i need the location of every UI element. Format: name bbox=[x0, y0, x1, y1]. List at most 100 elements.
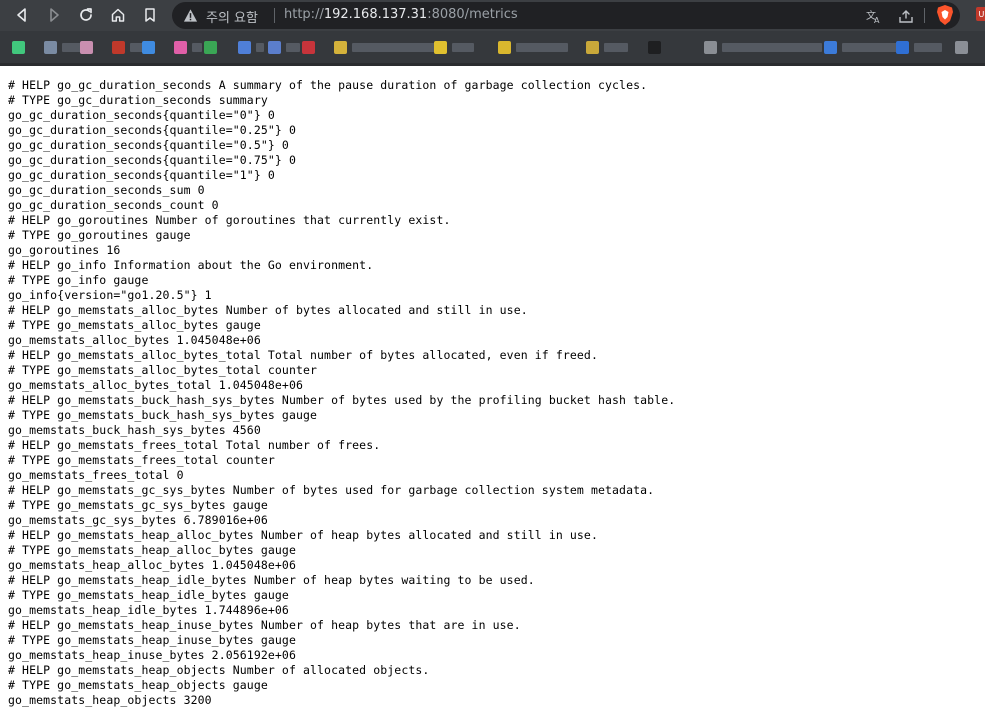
bookmark-item[interactable] bbox=[896, 40, 942, 54]
metric-line: go_info{version="go1.20.5"} 1 bbox=[8, 288, 212, 302]
metric-line: # HELP go_memstats_frees_total Total num… bbox=[8, 438, 381, 452]
bookmark-item[interactable] bbox=[498, 40, 568, 54]
bookmark-item[interactable] bbox=[824, 40, 900, 54]
bookmark-item[interactable] bbox=[12, 40, 25, 54]
metric-line: # TYPE go_memstats_alloc_bytes_total cou… bbox=[8, 363, 318, 377]
metric-line: # TYPE go_memstats_heap_inuse_bytes gaug… bbox=[8, 633, 296, 647]
bookmark-label-blurred bbox=[604, 42, 628, 52]
metric-line: go_gc_duration_seconds{quantile="0"} 0 bbox=[8, 108, 275, 122]
bookmark-favicon-icon bbox=[824, 40, 837, 54]
url-text[interactable]: http://192.168.137.31:8080/metrics bbox=[284, 7, 518, 22]
bookmark-item[interactable] bbox=[648, 40, 661, 54]
bookmark-label-blurred bbox=[352, 42, 436, 52]
url-divider bbox=[274, 8, 275, 23]
page-content: # HELP go_gc_duration_seconds A summary … bbox=[8, 78, 985, 708]
bookmark-label-blurred bbox=[914, 42, 942, 52]
metric-line: go_gc_duration_seconds_count 0 bbox=[8, 198, 219, 212]
bookmark-item[interactable] bbox=[142, 40, 155, 54]
forward-icon bbox=[50, 8, 59, 22]
home-icon bbox=[111, 8, 125, 22]
metric-line: # HELP go_memstats_alloc_bytes Number of… bbox=[8, 303, 528, 317]
metric-line: # TYPE go_memstats_alloc_bytes gauge bbox=[8, 318, 261, 332]
bookmark-favicon-icon bbox=[44, 40, 57, 54]
bookmark-label-blurred bbox=[452, 42, 474, 52]
metric-line: # HELP go_memstats_heap_objects Number o… bbox=[8, 663, 430, 677]
reload-button[interactable] bbox=[74, 4, 98, 26]
bookmark-favicon-icon bbox=[80, 40, 93, 54]
home-button[interactable] bbox=[106, 4, 130, 26]
metric-line: go_gc_duration_seconds{quantile="0.25"} … bbox=[8, 123, 296, 137]
metric-line: go_memstats_heap_idle_bytes 1.744896e+06 bbox=[8, 603, 289, 617]
bookmark-label-blurred bbox=[516, 42, 568, 52]
metric-line: # HELP go_memstats_heap_alloc_bytes Numb… bbox=[8, 528, 598, 542]
bookmark-item[interactable] bbox=[80, 40, 93, 54]
bookmark-favicon-icon bbox=[302, 40, 315, 54]
metric-line: # HELP go_gc_duration_seconds A summary … bbox=[8, 78, 648, 92]
metric-line: # HELP go_memstats_heap_inuse_bytes Numb… bbox=[8, 618, 521, 632]
extension-icon[interactable]: U bbox=[975, 6, 985, 22]
metric-line: # TYPE go_memstats_buck_hash_sys_bytes g… bbox=[8, 408, 318, 422]
url-port-path: :8080/metrics bbox=[427, 7, 518, 22]
back-button[interactable] bbox=[10, 4, 34, 26]
metric-line: # TYPE go_info gauge bbox=[8, 273, 149, 287]
bookmark-favicon-icon bbox=[238, 40, 251, 54]
bookmark-favicon-icon bbox=[334, 40, 347, 54]
address-bar[interactable]: 주의 요함 http://192.168.137.31:8080/metrics… bbox=[172, 2, 960, 29]
security-status-label[interactable]: 주의 요함 bbox=[206, 7, 258, 26]
bookmark-icon bbox=[145, 8, 155, 22]
bookmark-item[interactable] bbox=[44, 40, 84, 54]
bookmark-favicon-icon bbox=[174, 40, 187, 54]
bookmarks-bar bbox=[0, 31, 985, 63]
metric-line: # TYPE go_memstats_heap_idle_bytes gauge bbox=[8, 588, 289, 602]
bookmark-item[interactable] bbox=[112, 40, 146, 54]
metric-line: # TYPE go_memstats_gc_sys_bytes gauge bbox=[8, 498, 268, 512]
bookmark-favicon-icon bbox=[704, 40, 717, 54]
bookmark-item[interactable] bbox=[334, 40, 436, 54]
browser-toolbar: 주의 요함 http://192.168.137.31:8080/metrics… bbox=[0, 0, 985, 31]
warning-icon[interactable] bbox=[183, 8, 198, 23]
share-icon[interactable] bbox=[898, 8, 914, 24]
forward-button[interactable] bbox=[42, 4, 66, 26]
metric-line: go_memstats_heap_alloc_bytes 1.045048e+0… bbox=[8, 558, 296, 572]
bookmark-favicon-icon bbox=[112, 40, 125, 54]
metric-line: # HELP go_memstats_alloc_bytes_total Tot… bbox=[8, 348, 598, 362]
metric-line: go_memstats_gc_sys_bytes 6.789016e+06 bbox=[8, 513, 268, 527]
bookmark-item[interactable] bbox=[955, 40, 968, 54]
metric-line: go_memstats_heap_objects 3200 bbox=[8, 693, 212, 707]
svg-text:U: U bbox=[979, 10, 985, 19]
bookmark-favicon-icon bbox=[896, 40, 909, 54]
address-divider bbox=[924, 8, 925, 23]
metric-line: # HELP go_memstats_buck_hash_sys_bytes N… bbox=[8, 393, 676, 407]
bookmark-favicon-icon bbox=[955, 40, 968, 54]
back-icon bbox=[17, 8, 26, 22]
translate-icon[interactable]: 文 A bbox=[866, 8, 882, 24]
metric-line: # HELP go_info Information about the Go … bbox=[8, 258, 374, 272]
bookmark-item[interactable] bbox=[586, 40, 628, 54]
bookmark-item[interactable] bbox=[704, 40, 822, 54]
url-scheme: http:// bbox=[284, 7, 324, 22]
bookmark-item[interactable] bbox=[204, 40, 217, 54]
metric-line: go_memstats_alloc_bytes_total 1.045048e+… bbox=[8, 378, 303, 392]
metric-line: # TYPE go_memstats_frees_total counter bbox=[8, 453, 275, 467]
metric-line: go_memstats_buck_hash_sys_bytes 4560 bbox=[8, 423, 261, 437]
metric-line: go_goroutines 16 bbox=[8, 243, 121, 257]
bookmark-label-blurred bbox=[256, 42, 264, 52]
bookmark-favicon-icon bbox=[12, 40, 25, 54]
bookmark-item[interactable] bbox=[302, 40, 315, 54]
bookmark-item[interactable] bbox=[268, 40, 300, 54]
metric-line: # HELP go_goroutines Number of goroutine… bbox=[8, 213, 451, 227]
bookmark-label-blurred bbox=[192, 42, 202, 52]
bookmark-favicon-icon bbox=[268, 40, 281, 54]
brave-shields-icon[interactable] bbox=[935, 4, 955, 26]
bookmark-label-blurred bbox=[286, 42, 300, 52]
reload-icon bbox=[80, 8, 92, 21]
bookmark-favicon-icon bbox=[142, 40, 155, 54]
metric-line: # TYPE go_memstats_heap_objects gauge bbox=[8, 678, 268, 692]
metric-line: go_gc_duration_seconds_sum 0 bbox=[8, 183, 205, 197]
bookmark-item[interactable] bbox=[174, 40, 202, 54]
bookmark-favicon-icon bbox=[586, 40, 599, 54]
bookmark-label-blurred bbox=[722, 42, 822, 52]
bookmark-item[interactable] bbox=[238, 40, 264, 54]
bookmark-item[interactable] bbox=[434, 40, 474, 54]
bookmark-button[interactable] bbox=[138, 4, 162, 26]
